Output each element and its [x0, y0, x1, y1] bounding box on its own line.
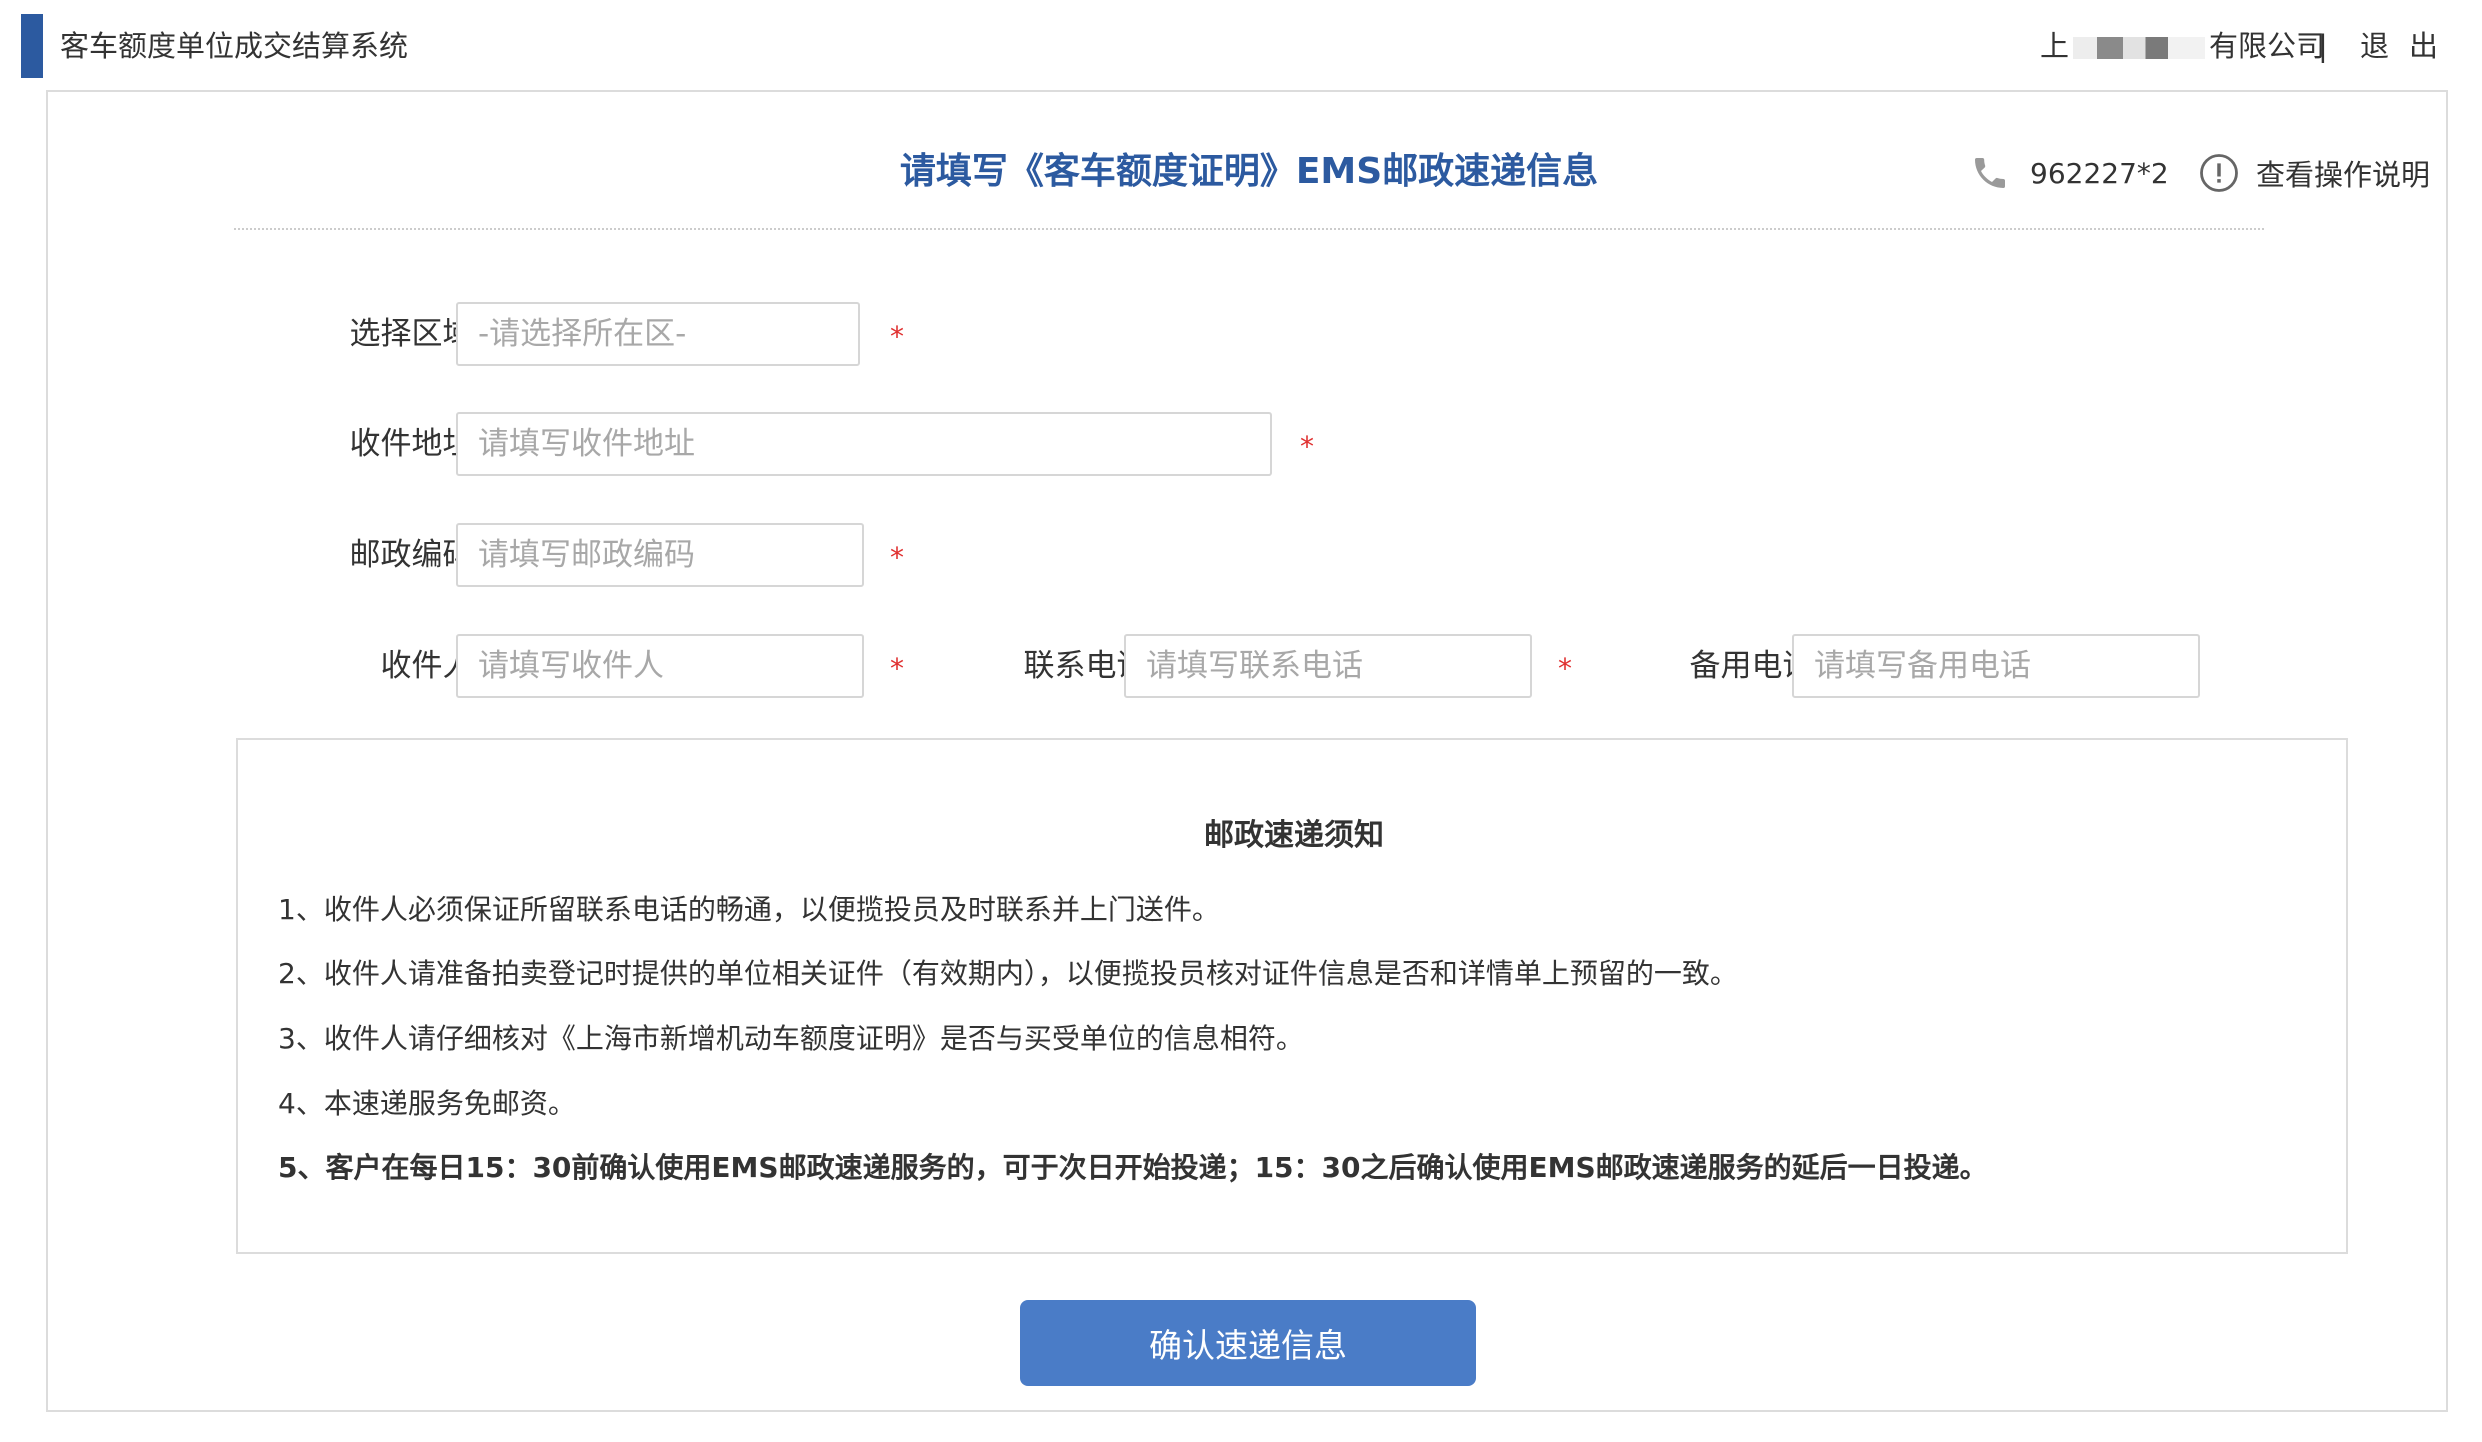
logout-link[interactable]: 退出: [2360, 26, 2458, 66]
backup-phone-input[interactable]: [1792, 634, 2200, 698]
recipient-input[interactable]: [456, 634, 864, 698]
company-name-redaction: [2073, 37, 2206, 59]
phone-number: 962227*2: [2030, 156, 2169, 190]
help-link[interactable]: 查看操作说明: [2198, 150, 2430, 196]
top-bar: 客车额度单位成交结算系统 上 有限公司 | 退出: [0, 0, 2482, 88]
company-name: 上 有限公司: [2040, 26, 2325, 66]
recipient-required-mark: *: [890, 652, 904, 685]
contact-phone-required-mark: *: [1558, 652, 1572, 685]
address-input[interactable]: [456, 412, 1272, 476]
title-divider: [234, 228, 2264, 230]
notice-item: 1、收件人必须保证所留联系电话的畅通，以便揽投员及时联系并上门送件。: [278, 893, 1220, 926]
brand-accent-bar: [21, 14, 43, 78]
phone-icon: [1975, 158, 2005, 188]
postcode-label: 邮政编码:: [349, 537, 484, 573]
company-name-suffix: 有限公司: [2209, 29, 2326, 63]
postcode-input[interactable]: [456, 523, 864, 587]
notice-item: 3、收件人请仔细核对《上海市新增机动车额度证明》是否与买受单位的信息相符。: [278, 1022, 1304, 1055]
region-select[interactable]: -请选择所在区-: [456, 302, 860, 366]
address-label: 收件地址:: [349, 426, 484, 462]
header-separator: |: [2318, 29, 2328, 63]
notice-title: 邮政速递须知: [1204, 818, 1384, 853]
company-name-prefix: 上: [2040, 29, 2070, 63]
service-hotline: 962227*2: [1970, 150, 2169, 196]
delivery-notice-box: 邮政速递须知 1、收件人必须保证所留联系电话的畅通，以便揽投员及时联系并上门送件…: [236, 738, 2348, 1254]
notice-item: 2、收件人请准备拍卖登记时提供的单位相关证件（有效期内），以便揽投员核对证件信息…: [278, 957, 1738, 990]
region-label: 选择区域:: [349, 316, 484, 352]
contact-phone-input[interactable]: [1124, 634, 1532, 698]
express-info-panel: 请填写《客车额度证明》EMS邮政速递信息 962227*2 查看操作说明 选择区…: [46, 90, 2448, 1412]
notice-item: 4、本速递服务免邮资。: [278, 1087, 576, 1120]
region-required-mark: *: [890, 320, 904, 353]
recipient-label: 收件人:: [380, 648, 484, 684]
confirm-delivery-button[interactable]: 确认速递信息: [1020, 1300, 1476, 1386]
address-required-mark: *: [1300, 430, 1314, 463]
help-label: 查看操作说明: [2256, 158, 2431, 192]
notice-item: 5、客户在每日15：30前确认使用EMS邮政速递服务的，可于次日开始投递；15：…: [278, 1151, 1988, 1184]
app-title: 客车额度单位成交结算系统: [60, 29, 409, 63]
postcode-required-mark: *: [890, 541, 904, 574]
info-circle-icon: [2200, 154, 2238, 192]
